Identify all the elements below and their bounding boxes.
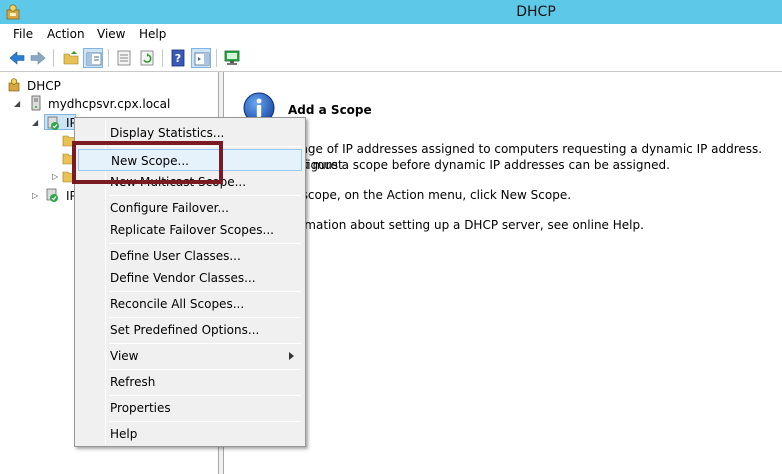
menu-separator <box>109 317 301 318</box>
menu-bar: File Action View Help <box>0 24 782 44</box>
menu-view[interactable]: View <box>97 27 125 41</box>
title-bar[interactable]: DHCP <box>0 0 782 24</box>
menu-help[interactable]: Help <box>139 27 166 41</box>
menu-item-reconcile-all-scopes[interactable]: Reconcile All Scopes... <box>78 293 302 315</box>
svg-text:?: ? <box>175 52 181 65</box>
refresh-icon[interactable] <box>137 48 157 68</box>
menu-item-view[interactable]: View <box>78 345 302 367</box>
menu-item-label: View <box>110 349 139 363</box>
instruction-text: w scope, on the Action menu, click New S… <box>288 188 572 202</box>
help-reference-text: formation about setting up a DHCP server… <box>288 218 644 232</box>
menu-item-define-vendor-classes[interactable]: Define Vendor Classes... <box>78 267 302 289</box>
annotation-callout-box <box>72 141 223 184</box>
menu-item-label: Configure Failover... <box>110 201 229 215</box>
tree-item-server[interactable]: ◢ mydhcpsvr.cpx.local <box>14 95 214 113</box>
menu-item-label: Properties <box>110 401 171 415</box>
menu-item-label: Reconcile All Scopes... <box>110 297 245 311</box>
dhcp-root-icon <box>6 77 22 93</box>
menu-action[interactable]: Action <box>47 27 85 41</box>
tree-label-server: mydhcpsvr.cpx.local <box>48 97 171 111</box>
window-title: DHCP <box>516 4 556 20</box>
menu-separator <box>109 343 301 344</box>
tree-item-dhcp[interactable]: DHCP <box>6 77 206 95</box>
details-pane: Add a Scope range of IP addresses assign… <box>224 72 782 474</box>
toolbar: ? <box>0 44 782 72</box>
toolbar-separator <box>162 49 163 67</box>
toolbar-separator <box>108 49 109 67</box>
computer-icon[interactable] <box>222 48 242 68</box>
menu-item-define-user-classes[interactable]: Define User Classes... <box>78 245 302 267</box>
menu-separator <box>109 395 301 396</box>
forward-icon[interactable] <box>28 48 48 68</box>
menu-item-configure-failover[interactable]: Configure Failover... <box>78 197 302 219</box>
server-icon <box>28 95 44 111</box>
expand-arrow-icon[interactable]: ▷ <box>52 172 61 181</box>
ipv6-icon <box>44 187 60 203</box>
description-line-2: onfigure a scope before dynamic IP addre… <box>288 158 670 172</box>
export-list-icon[interactable] <box>114 48 134 68</box>
menu-separator <box>109 195 301 196</box>
menu-item-help[interactable]: Help <box>78 423 302 445</box>
collapse-arrow-icon[interactable]: ◢ <box>32 118 41 127</box>
menu-item-properties[interactable]: Properties <box>78 397 302 419</box>
menu-item-label: Help <box>110 427 138 441</box>
menu-item-label: Display Statistics... <box>110 126 225 140</box>
menu-separator <box>109 291 301 292</box>
menu-item-set-predefined-options[interactable]: Set Predefined Options... <box>78 319 302 341</box>
expand-arrow-icon[interactable]: ▷ <box>32 191 41 200</box>
menu-item-replicate-failover-scopes[interactable]: Replicate Failover Scopes... <box>78 219 302 241</box>
menu-item-label: Set Predefined Options... <box>110 323 260 337</box>
submenu-arrow-icon <box>289 352 294 360</box>
menu-item-refresh[interactable]: Refresh <box>78 371 302 393</box>
menu-separator <box>109 243 301 244</box>
toolbar-separator <box>53 49 54 67</box>
menu-separator <box>109 369 301 370</box>
menu-item-label: Refresh <box>110 375 156 389</box>
show-hide-tree-icon[interactable] <box>83 48 103 68</box>
back-icon[interactable] <box>7 48 27 68</box>
help-icon[interactable]: ? <box>168 48 188 68</box>
tree-label-dhcp: DHCP <box>27 79 61 93</box>
menu-item-label: Define Vendor Classes... <box>110 271 256 285</box>
page-heading: Add a Scope <box>288 103 372 117</box>
menu-item-label: Replicate Failover Scopes... <box>110 223 274 237</box>
up-folder-icon[interactable] <box>61 48 81 68</box>
menu-separator <box>109 421 301 422</box>
action-pane-icon[interactable] <box>191 48 211 68</box>
collapse-arrow-icon[interactable]: ◢ <box>14 99 23 108</box>
menu-item-label: Define User Classes... <box>110 249 241 263</box>
menu-file[interactable]: File <box>13 27 33 41</box>
toolbar-separator <box>216 49 217 67</box>
